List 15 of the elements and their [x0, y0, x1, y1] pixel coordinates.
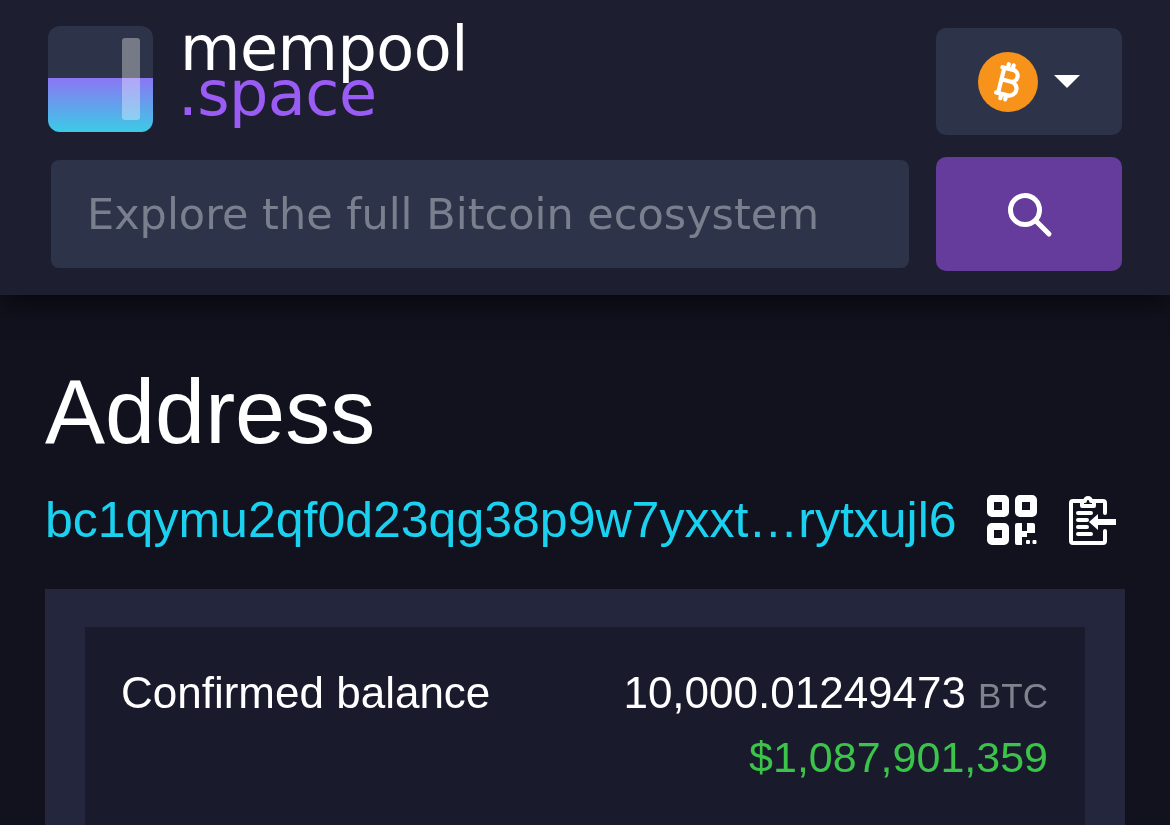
caret-icon: [1054, 75, 1080, 88]
fiat-value: $1,087,901,359: [749, 732, 1048, 783]
balance-label: Confirmed balance: [121, 667, 491, 719]
network-selector-button[interactable]: [936, 28, 1122, 135]
currency-unit: BTC: [978, 676, 1048, 716]
search-icon: [1005, 190, 1053, 238]
search-field[interactable]: Explore the full Bitcoin ecosystem: [51, 160, 909, 268]
bitcoin-icon: [978, 51, 1038, 112]
search-button[interactable]: [936, 157, 1122, 271]
qr-code-icon[interactable]: [986, 495, 1037, 545]
logo-icon[interactable]: [48, 25, 153, 132]
clipboard-icon[interactable]: [1066, 493, 1119, 547]
page-title: Address: [45, 367, 376, 457]
address-link[interactable]: bc1qymu2qf0d23qg38p9w7yxxt…rytxujl6: [45, 491, 957, 549]
btc-amount: 10,000.01249473: [623, 667, 966, 719]
